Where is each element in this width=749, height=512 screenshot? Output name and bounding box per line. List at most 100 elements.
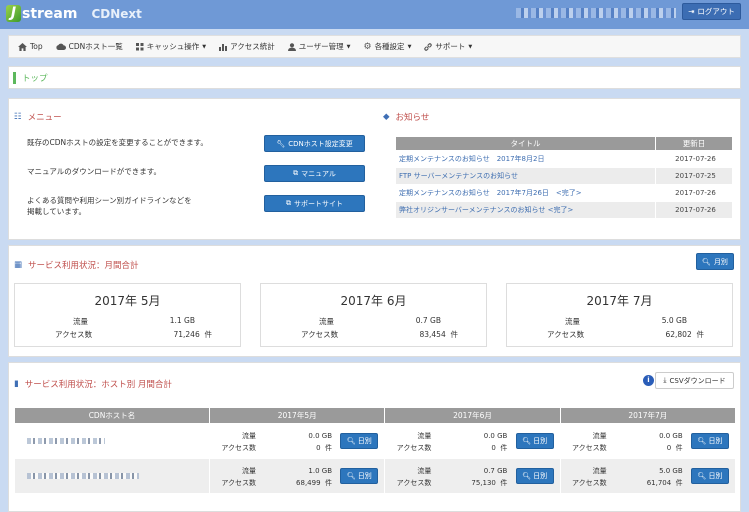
nav-top-label: Top xyxy=(30,42,43,51)
traffic-label: 流量 xyxy=(565,317,580,326)
daily-button[interactable]: 🔍︎ 日別 xyxy=(691,468,729,484)
nav-settings[interactable]: ⚙ 各種設定 ▼ xyxy=(363,41,411,52)
traffic-value: 1.1 GB xyxy=(169,316,195,325)
page-title-bar: トップ xyxy=(8,66,741,89)
daily-button[interactable]: 🔍︎ 日別 xyxy=(515,468,554,484)
menu-text-support-line1: よくある質問や利用シーン別ガイドラインなどを xyxy=(27,196,192,205)
monthly-title: サービス利用状況：月間合計 xyxy=(28,261,139,271)
traffic-label: 流量 xyxy=(592,432,607,440)
nav-cache-label: キャッシュ操作 xyxy=(146,42,200,51)
bar-chart-icon xyxy=(219,43,228,51)
logout-button[interactable]: ⇥ ログアウト xyxy=(682,3,741,20)
chevron-down-icon: ▼ xyxy=(202,43,207,50)
csv-download-button[interactable]: ⤓ CSVダウンロード xyxy=(655,372,734,389)
daily-button-label: 日別 xyxy=(357,472,372,480)
access-value: 68,499 xyxy=(296,479,321,487)
menu-news-panel: ☷ メニュー 既存のCDNホストの設定を変更することができます。 マニュアルのダ… xyxy=(8,98,741,240)
cloud-icon xyxy=(56,43,66,50)
support-site-button[interactable]: ⧉ サポートサイト xyxy=(264,195,365,212)
news-row: 弊社オリジンサーバーメンテナンスのお知らせ <完了> 2017-07-26 xyxy=(395,201,733,219)
news-link[interactable]: 弊社オリジンサーバーメンテナンスのお知らせ <完了> xyxy=(395,201,656,219)
manual-button[interactable]: ⧉ マニュアル xyxy=(264,165,365,182)
search-icon: 🔍︎ xyxy=(697,437,707,445)
access-value: 0 xyxy=(666,444,672,452)
host-name-redacted[interactable] xyxy=(14,423,210,459)
traffic-value: 5.0 GB xyxy=(659,467,683,475)
host-usage-heading: ▮ サービス利用状況：ホスト別 月間合計 xyxy=(14,378,172,390)
access-value: 61,704 xyxy=(646,479,672,487)
daily-button-label: 日別 xyxy=(357,437,372,445)
monthly-heading: ▦ サービス利用状況：月間合計 xyxy=(14,259,139,271)
month-title: 2017年 6月 xyxy=(340,294,407,308)
cdn-host-settings-label: CDNホスト設定変更 xyxy=(288,139,353,148)
access-label: アクセス数 xyxy=(572,444,607,452)
bar-chart-icon: ▮ xyxy=(14,379,19,389)
access-value: 83,454 xyxy=(419,330,446,339)
news-col-date: 更新日 xyxy=(655,136,733,151)
nav-user-management[interactable]: ユーザー管理 ▼ xyxy=(287,41,350,52)
monthly-button[interactable]: 🔍︎ 月別 xyxy=(696,253,734,270)
daily-button-label: 日別 xyxy=(533,437,548,445)
host-usage-panel: ▮ サービス利用状況：ホスト別 月間合計 i ⤓ CSVダウンロード CDNホス… xyxy=(8,362,741,512)
count-unit: 件 xyxy=(325,479,332,487)
nav-cdn-hosts[interactable]: CDNホスト一覧 xyxy=(56,41,123,52)
daily-button-label: 日別 xyxy=(708,472,723,480)
host-name-redacted[interactable] xyxy=(14,458,210,494)
access-label: アクセス数 xyxy=(396,444,432,452)
menu-text-support-line2: 掲載しています。 xyxy=(27,207,87,216)
access-value: 71,246 xyxy=(173,330,200,339)
news-date: 2017-07-25 xyxy=(655,167,733,185)
manual-label: マニュアル xyxy=(301,169,336,178)
search-icon: 🔍︎ xyxy=(702,257,711,266)
cdn-host-settings-button[interactable]: 🔧︎ CDNホスト設定変更 xyxy=(264,135,365,152)
gear-icon: ⚙ xyxy=(363,41,372,52)
traffic-label: 流量 xyxy=(417,432,432,440)
news-date: 2017-07-26 xyxy=(655,184,733,202)
top-header: J stream CDNext ⇥ ログアウト xyxy=(0,0,749,29)
host-usage-table: CDNホスト名 2017年5月 2017年6月 2017年7月 流量 アクセス数 0… xyxy=(14,407,737,494)
nav-top[interactable]: Top xyxy=(18,42,43,51)
col-month: 2017年6月 xyxy=(384,407,561,424)
daily-button[interactable]: 🔍︎ 日別 xyxy=(691,433,729,449)
daily-button[interactable]: 🔍︎ 日別 xyxy=(515,433,554,449)
daily-button[interactable]: 🔍︎ 日別 xyxy=(340,433,379,449)
tag-icon: ◆ xyxy=(383,112,390,122)
access-label: アクセス数 xyxy=(396,479,432,487)
traffic-value: 0.0 GB xyxy=(308,432,332,440)
traffic-value: 0.7 GB xyxy=(483,467,508,475)
col-month: 2017年5月 xyxy=(208,407,386,424)
nav-access-stats[interactable]: アクセス統計 xyxy=(219,41,275,52)
news-link[interactable]: FTP サーバーメンテナンスのお知らせ xyxy=(395,167,656,185)
menu-text-manual: マニュアルのダウンロードができます。 xyxy=(27,167,162,176)
count-unit: 件 xyxy=(675,479,683,487)
nav-cache[interactable]: キャッシュ操作 ▼ xyxy=(135,41,207,52)
month-title: 2017年 5月 xyxy=(94,294,161,308)
link-icon xyxy=(424,42,433,51)
traffic-label: 流量 xyxy=(319,317,334,326)
col-month: 2017年7月 xyxy=(559,407,737,424)
traffic-label: 流量 xyxy=(592,467,607,475)
access-label: アクセス数 xyxy=(221,479,256,487)
daily-button[interactable]: 🔍︎ 日別 xyxy=(340,468,379,484)
nav-settings-label: 各種設定 xyxy=(374,42,405,51)
news-row: FTP サーバーメンテナンスのお知らせ 2017-07-25 xyxy=(395,167,733,185)
news-link[interactable]: 定期メンテナンスのお知らせ 2017年7月26日 <完了> xyxy=(395,184,656,202)
nav-support[interactable]: サポート ▼ xyxy=(424,41,472,52)
user-account-info-redacted xyxy=(516,8,676,18)
count-unit: 件 xyxy=(696,330,705,339)
access-label: アクセス数 xyxy=(55,330,93,339)
info-icon[interactable]: i xyxy=(643,375,654,386)
access-label: アクセス数 xyxy=(221,444,256,452)
month-summary-card: 2017年 5月 流量 1.1 GB アクセス数 71,246 件 xyxy=(14,283,241,347)
jstream-logo[interactable]: J stream CDNext xyxy=(6,5,142,22)
menu-text-host-settings: 既存のCDNホストの設定を変更することができます。 xyxy=(27,138,208,147)
access-value: 0 xyxy=(491,444,496,452)
home-icon xyxy=(18,42,27,51)
news-row: 定期メンテナンスのお知らせ 2017年7月26日 <完了> 2017-07-26 xyxy=(395,184,733,202)
news-link[interactable]: 定期メンテナンスのお知らせ 2017年8月2日 xyxy=(395,150,656,168)
nav-user-management-label: ユーザー管理 xyxy=(298,42,344,51)
access-label: アクセス数 xyxy=(301,330,339,339)
month-summary-card: 2017年 6月 流量 0.7 GB アクセス数 83,454 件 xyxy=(260,283,487,347)
menu-heading: ☷ メニュー xyxy=(14,111,62,123)
news-row: 定期メンテナンスのお知らせ 2017年8月2日 2017-07-26 xyxy=(395,150,733,168)
